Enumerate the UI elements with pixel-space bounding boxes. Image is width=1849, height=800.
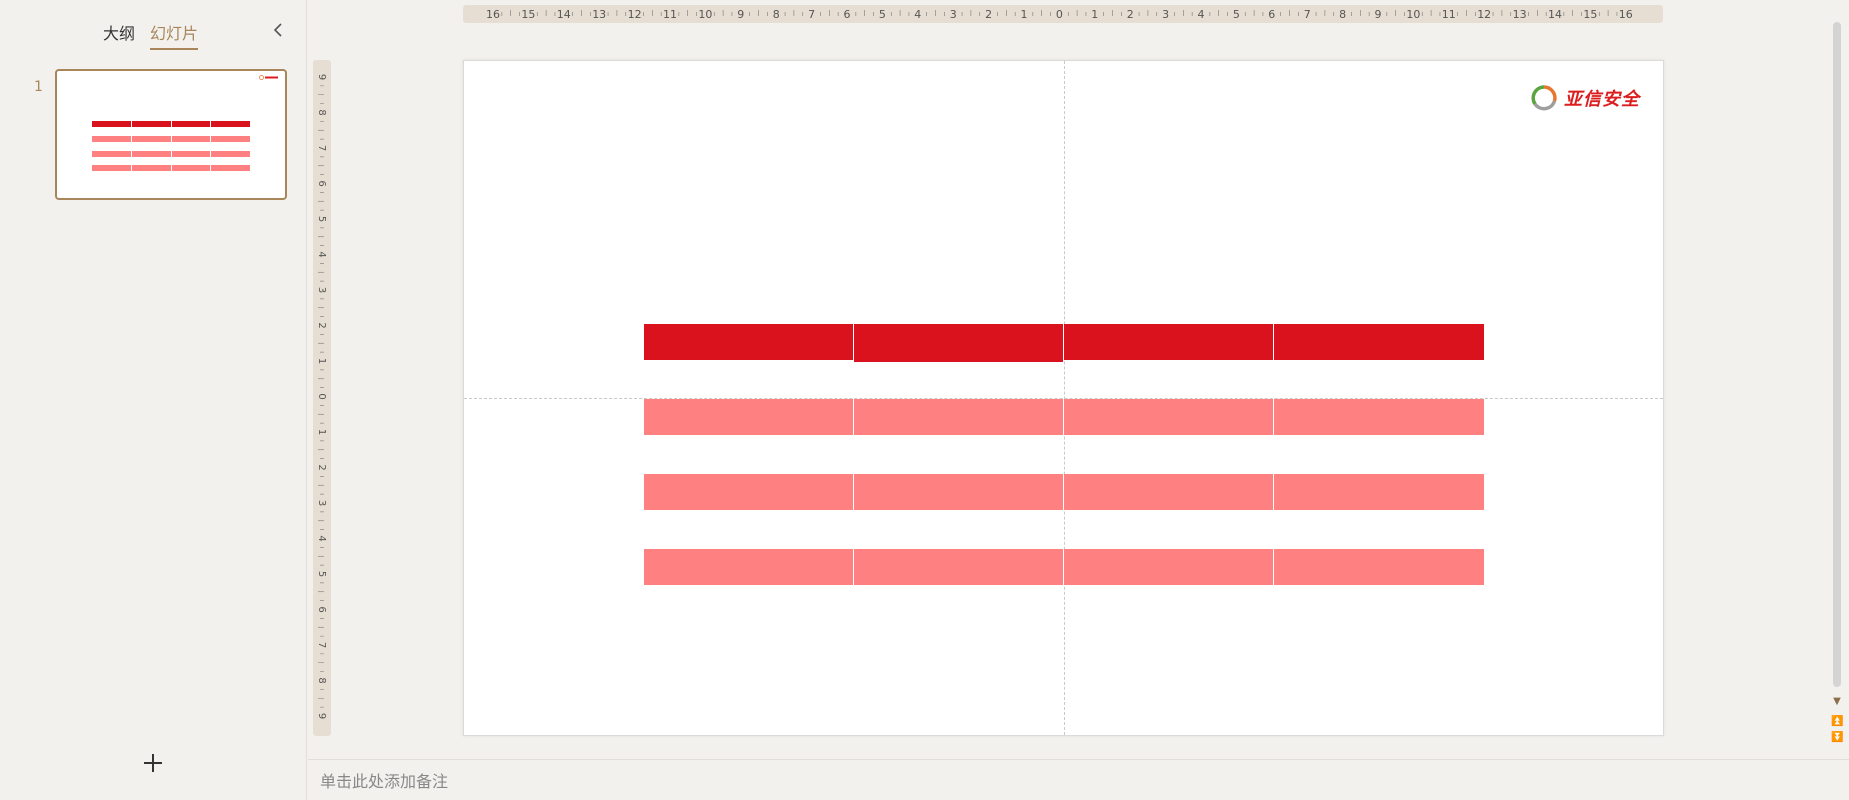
ruler-tick-label: 15	[521, 8, 535, 21]
table-cell[interactable]	[1274, 474, 1484, 510]
slide-thumbnail[interactable]	[55, 69, 287, 200]
ruler-tick-label: 9	[1375, 8, 1382, 21]
ruler-tick-label: 2	[316, 464, 327, 470]
add-slide-button[interactable]	[141, 751, 165, 775]
ruler-tick-label: 0	[1056, 8, 1063, 21]
collapse-panel-button[interactable]	[270, 20, 286, 40]
ruler-tick-label: 9	[316, 713, 327, 719]
ruler-tick-label: 16	[486, 8, 500, 21]
ruler-tick-label: 4	[914, 8, 921, 21]
logo-mark-icon	[1531, 85, 1557, 111]
ruler-tick-label: 14	[1548, 8, 1562, 21]
table-row[interactable]	[644, 549, 1484, 585]
double-chevron-up-icon[interactable]: ⏫	[1831, 716, 1843, 728]
table-row[interactable]	[644, 399, 1484, 435]
ruler-tick-label: 7	[808, 8, 815, 21]
table-cell[interactable]	[644, 549, 854, 585]
logo-text: 亚信安全	[1564, 89, 1640, 110]
slide-number: 1	[34, 79, 43, 95]
ruler-tick-label: 8	[773, 8, 780, 21]
ruler-tick-label: 2	[1127, 8, 1134, 21]
notes-area[interactable]: 单击此处添加备注	[308, 759, 1849, 800]
tab-outline[interactable]: 大纲	[103, 20, 135, 50]
ruler-tick-label: 12	[628, 8, 642, 21]
ruler-tick-label: 14	[557, 8, 571, 21]
ruler-tick-label: 13	[592, 8, 606, 21]
ruler-tick-label: 15	[1583, 8, 1597, 21]
ruler-tick-label: 4	[1198, 8, 1205, 21]
slide-canvas[interactable]: 亚信安全	[463, 60, 1664, 736]
ruler-tick-label: 11	[1442, 8, 1456, 21]
table-cell[interactable]	[1274, 324, 1484, 360]
ruler-tick-label: 1	[1021, 8, 1028, 21]
chevron-left-icon	[273, 23, 282, 37]
table-cell[interactable]	[1064, 549, 1274, 585]
ruler-tick-label: 12	[1477, 8, 1491, 21]
ruler-tick-label: 8	[316, 109, 327, 115]
notes-placeholder[interactable]: 单击此处添加备注	[320, 768, 448, 792]
ruler-tick-label: 5	[1233, 8, 1240, 21]
ruler-tick-label: 1	[316, 358, 327, 364]
ruler-tick-label: 6	[316, 606, 327, 612]
panel-tabs: 大纲 幻灯片	[103, 20, 199, 50]
table-cell[interactable]	[644, 399, 854, 435]
table-cell[interactable]	[854, 399, 1064, 435]
ruler-tick-label: 6	[1268, 8, 1275, 21]
ruler-tick-label: 3	[950, 8, 957, 21]
ruler-tick-label: 7	[1304, 8, 1311, 21]
ruler-tick-label: 1	[316, 429, 327, 435]
table-cell[interactable]	[644, 474, 854, 510]
ruler-tick-label: 5	[879, 8, 886, 21]
ruler-tick-label: 13	[1513, 8, 1527, 21]
horizontal-ruler[interactable]: 16 15 14 13 12 11 10 9 8 7 6 5 4 3 2 1 0 1 2 3 4 5 6 7 8 9 10 11 12 1…	[463, 5, 1663, 23]
ruler-tick-label: 7	[316, 642, 327, 648]
table-cell[interactable]	[854, 474, 1064, 510]
ruler-tick-label: 8	[316, 677, 327, 683]
ruler-tick-label: 9	[316, 74, 327, 80]
ruler-tick-label: 3	[316, 500, 327, 506]
thumbnail-logo	[259, 75, 278, 80]
table-cell[interactable]	[1064, 324, 1274, 360]
company-logo[interactable]: 亚信安全	[1530, 82, 1640, 114]
tab-slides[interactable]: 幻灯片	[150, 20, 199, 50]
table-cell[interactable]	[854, 324, 1064, 362]
thumbnail-body-row	[92, 136, 250, 142]
ruler-tick-label: 5	[316, 571, 327, 577]
ruler-tick-label: 6	[316, 180, 327, 186]
ruler-tick-label: 0	[316, 393, 327, 399]
double-chevron-down-icon[interactable]: ⏬	[1831, 732, 1843, 744]
thumbnail-body-row	[92, 151, 250, 157]
vertical-scrollbar[interactable]	[1833, 22, 1841, 687]
ruler-tick-label: 16	[1619, 8, 1633, 21]
ruler-tick-label: 5	[316, 216, 327, 222]
ruler-tick-label: 3	[1162, 8, 1169, 21]
table-cell[interactable]	[1064, 474, 1274, 510]
ruler-tick-label: 9	[737, 8, 744, 21]
ruler-tick-label: 2	[985, 8, 992, 21]
thumbnail-body-row	[92, 165, 250, 171]
ruler-tick-label: 7	[316, 145, 327, 151]
slides-panel: 大纲 幻灯片 1	[0, 0, 307, 800]
ruler-tick-label: 6	[844, 8, 851, 21]
ruler-tick-label: 10	[1406, 8, 1420, 21]
ruler-tick-label: 3	[316, 287, 327, 293]
triangle-down-icon[interactable]: ▼	[1831, 696, 1843, 708]
table-cell[interactable]	[644, 324, 854, 360]
plus-icon	[144, 754, 162, 772]
ruler-tick-label: 4	[316, 535, 327, 541]
table-cell[interactable]	[854, 549, 1064, 585]
ruler-tick-label: 10	[698, 8, 712, 21]
ruler-tick-label: 1	[1091, 8, 1098, 21]
ruler-tick-label: 2	[316, 322, 327, 328]
thumbnail-header-row	[92, 121, 250, 127]
vertical-ruler[interactable]: 9 8 7 6 5 4 3 2 1 0 1 2 3 4 5 6 7 8 9	[313, 60, 331, 736]
ruler-tick-label: 4	[316, 251, 327, 257]
table-cell[interactable]	[1274, 399, 1484, 435]
ruler-tick-label: 11	[663, 8, 677, 21]
table-cell[interactable]	[1274, 549, 1484, 585]
table-cell[interactable]	[1064, 399, 1274, 435]
table-header-row[interactable]	[644, 324, 1484, 362]
table-row[interactable]	[644, 474, 1484, 510]
ruler-tick-label: 8	[1339, 8, 1346, 21]
